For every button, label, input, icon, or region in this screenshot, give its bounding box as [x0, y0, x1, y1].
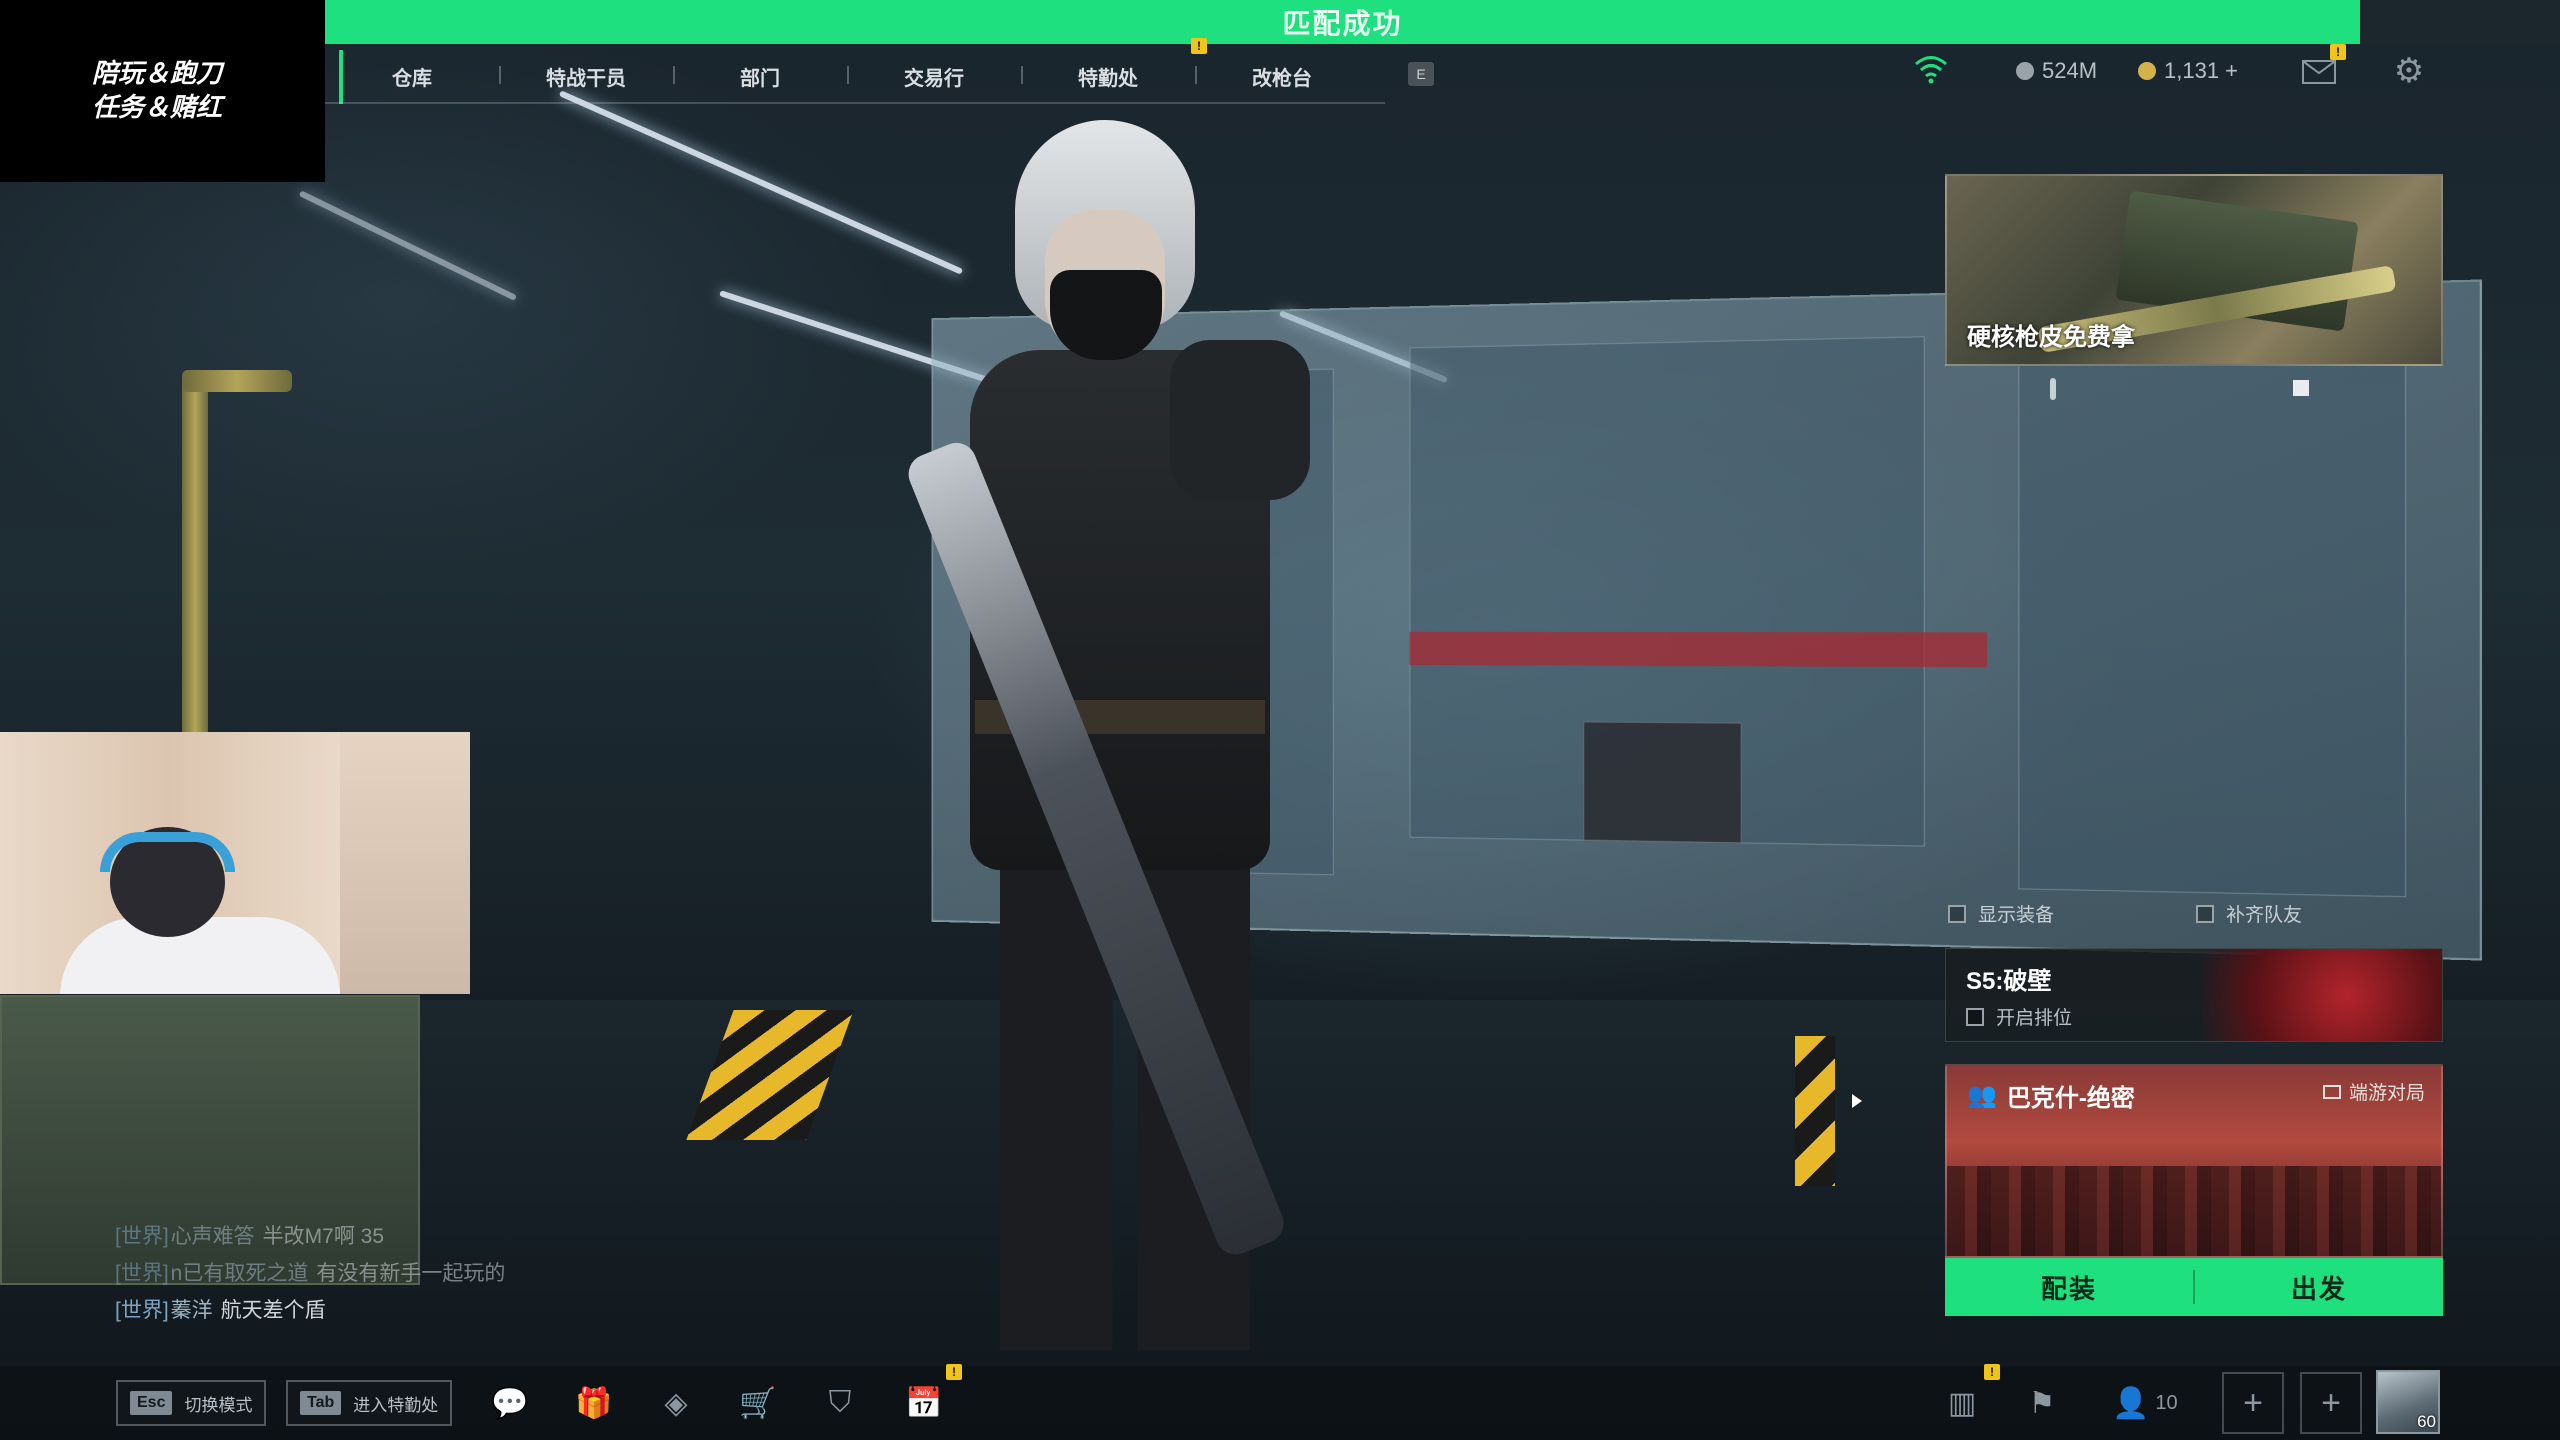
nav-tab-warehouse[interactable]: 仓库	[325, 62, 499, 91]
chat-text: 有没有新手一起玩的	[316, 1262, 506, 1285]
person-icon: 👤	[2112, 1386, 2150, 1420]
ceiling-light	[298, 190, 518, 301]
mouse-cursor-icon	[1852, 1094, 1862, 1108]
special-ops-hotkey[interactable]: Tab 进入特勤处	[286, 1380, 453, 1426]
map-art	[1947, 1166, 2441, 1256]
map-name: 巴克什-绝密	[2006, 1085, 2135, 1112]
depart-button[interactable]: 出发	[2195, 1258, 2443, 1316]
map-selection-card[interactable]: 👥 巴克什-绝密 端游对局	[1945, 1064, 2443, 1258]
wifi-icon	[1914, 54, 1948, 84]
yellow-pipe	[182, 370, 292, 392]
show-gear-label: 显示装备	[1978, 905, 2055, 926]
player-level: 60	[2417, 1412, 2436, 1431]
chat-message: [世界]蓁洋 航天差个盾	[115, 1292, 505, 1329]
nav-tab-gunsmith[interactable]: 改枪台	[1195, 62, 1369, 91]
squad-icon: 👥	[1967, 1082, 1997, 1109]
stats-alert-icon: !	[1984, 1364, 2000, 1380]
loadout-button[interactable]: 配装	[1945, 1258, 2193, 1316]
gift-box-icon[interactable]: 🎁	[574, 1383, 614, 1423]
streamer-webcam	[0, 732, 470, 994]
calendar-alert-icon: !	[946, 1364, 962, 1380]
season-title: S5:破壁	[1966, 968, 2052, 995]
operator-character-model	[840, 120, 1400, 1350]
team-count: 10	[2155, 1391, 2178, 1414]
promo-banner[interactable]: 硬核枪皮免费拿	[1945, 174, 2443, 366]
special-ops-label: 进入特勤处	[353, 1395, 439, 1415]
chat-message: [世界]心声难答 半改M7啊 35	[115, 1218, 505, 1255]
fill-team-checkbox[interactable]	[2196, 904, 2214, 923]
silver-coin-icon	[2016, 62, 2034, 80]
promo-title: 硬核枪皮免费拿	[1967, 324, 2135, 351]
player-avatar[interactable]: 60	[2376, 1370, 2440, 1434]
flag-icon[interactable]: ⚑	[2022, 1383, 2062, 1423]
match-found-banner: 匹配成功	[325, 0, 2360, 44]
switch-mode-hotkey[interactable]: Esc 切换模式	[116, 1380, 267, 1426]
battlepass-shield-icon[interactable]: ⛉	[820, 1383, 860, 1423]
friends-icon[interactable]: 👤 10	[2112, 1383, 2192, 1423]
map-name-row: 👥 巴克什-绝密	[1967, 1078, 2135, 1113]
nav-tab-operators[interactable]: 特战干员	[499, 62, 673, 91]
nav-tab-department[interactable]: 部门	[673, 62, 847, 91]
deploy-action-bar: 配装 出发	[1945, 1258, 2443, 1316]
show-gear-toggle[interactable]: 显示装备	[1948, 900, 2054, 927]
stats-chart-icon[interactable]: ▥	[1942, 1383, 1982, 1423]
match-found-text: 匹配成功	[1282, 8, 1403, 39]
stream-title-line: 陪玩＆跑刀	[92, 59, 223, 89]
nav-next-key-hint[interactable]: E	[1408, 62, 1434, 86]
show-gear-checkbox[interactable]	[1948, 904, 1966, 923]
currency-hafbi[interactable]: 524M	[2016, 56, 2097, 86]
currency-gold-value: 1,131 +	[2164, 58, 2239, 83]
esc-key: Esc	[130, 1391, 173, 1415]
special-ops-alert-icon: !	[1191, 38, 1207, 54]
banner-edge	[2360, 0, 2560, 44]
mail-icon[interactable]	[2302, 60, 2336, 84]
chat-icon[interactable]: 💬	[490, 1383, 530, 1423]
main-nav: 仓库 特战干员 部门 交易行 特勤处 改枪台	[325, 50, 1385, 104]
monitor-icon	[2322, 1084, 2341, 1099]
chat-user[interactable]: 蓁洋	[171, 1299, 213, 1322]
ranked-label: 开启排位	[1996, 1008, 2073, 1029]
chat-text: 航天差个盾	[220, 1299, 326, 1322]
shop-cart-icon[interactable]: 🛒	[738, 1383, 778, 1423]
gold-coin-icon	[2138, 62, 2156, 80]
match-mode-label: 端游对局	[2348, 1083, 2425, 1104]
chat-user[interactable]: 心声难答	[171, 1225, 255, 1248]
nav-tab-market[interactable]: 交易行	[847, 62, 1021, 91]
shield-emblem-icon[interactable]: ◈	[656, 1383, 696, 1423]
ranked-checkbox[interactable]	[1966, 1007, 1984, 1026]
chat-text: 半改M7啊 35	[262, 1225, 385, 1248]
promo-page-dot[interactable]	[2050, 378, 2056, 400]
currency-gold[interactable]: 1,131 +	[2138, 56, 2238, 86]
season-card[interactable]: S5:破壁 开启排位	[1945, 948, 2443, 1042]
switch-mode-label: 切换模式	[184, 1395, 253, 1415]
calendar-icon[interactable]: 📅	[904, 1383, 944, 1423]
match-mode: 端游对局	[2322, 1078, 2425, 1105]
fill-team-label: 补齐队友	[2226, 905, 2303, 926]
chat-user[interactable]: n已有取死之道	[171, 1262, 309, 1285]
chat-channel: [世界]	[115, 1262, 169, 1285]
chat-message: [世界]n已有取死之道 有没有新手一起玩的	[115, 1255, 505, 1292]
currency-hafbi-value: 524M	[2042, 58, 2098, 83]
invite-slot-button[interactable]: +	[2222, 1372, 2284, 1434]
chat-channel: [世界]	[115, 1225, 169, 1248]
stream-title-overlay: 陪玩＆跑刀 任务＆赌红	[0, 0, 325, 182]
stream-title-line: 任务＆赌红	[92, 93, 223, 123]
tab-key: Tab	[300, 1391, 342, 1415]
chat-channel: [世界]	[115, 1299, 169, 1322]
nav-tab-special-ops[interactable]: 特勤处	[1021, 62, 1195, 91]
promo-page-dot-active[interactable]	[2293, 380, 2309, 396]
ranked-toggle[interactable]: 开启排位	[1966, 1003, 2072, 1030]
fill-team-toggle[interactable]: 补齐队友	[2196, 900, 2302, 927]
settings-gear-icon[interactable]: ⚙	[2392, 54, 2426, 88]
world-chat[interactable]: [世界]心声难答 半改M7啊 35 [世界]n已有取死之道 有没有新手一起玩的 [世…	[115, 1218, 505, 1329]
season-art	[2202, 949, 2442, 1041]
hazard-bollard	[1795, 1036, 1835, 1186]
mail-alert-icon: !	[2330, 44, 2346, 60]
invite-slot-button[interactable]: +	[2300, 1372, 2362, 1434]
